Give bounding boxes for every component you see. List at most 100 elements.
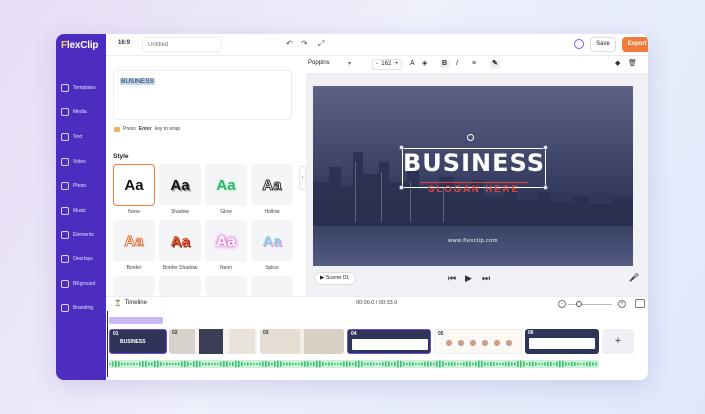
fullscreen-icon[interactable]: ⤢ bbox=[318, 40, 324, 48]
zoom-slider[interactable]: - + bbox=[558, 300, 634, 308]
sidebar-item-music[interactable]: Music bbox=[61, 204, 105, 218]
style-label: Border bbox=[126, 265, 142, 271]
app-window: FlexClip Templates Media Text Video Phot… bbox=[56, 34, 648, 380]
rotate-handle-icon[interactable] bbox=[467, 134, 474, 141]
sidebar-item-templates[interactable]: Templates bbox=[61, 81, 105, 95]
selected-text[interactable]: BUSINESS bbox=[120, 78, 155, 85]
style-hollow[interactable]: Aa bbox=[251, 164, 293, 206]
project-title-input[interactable] bbox=[142, 37, 222, 52]
sidebar-item-bkground[interactable]: BKground bbox=[61, 277, 105, 291]
font-selector[interactable]: Poppins bbox=[308, 60, 330, 66]
scene-clip[interactable]: 05 bbox=[434, 329, 522, 354]
waveform-bar bbox=[295, 363, 297, 365]
resize-handle[interactable] bbox=[543, 185, 548, 190]
waveform-bar bbox=[358, 360, 360, 368]
resize-handle[interactable] bbox=[399, 185, 404, 190]
waveform-bar bbox=[220, 362, 222, 366]
waveform-bar bbox=[142, 361, 144, 367]
slogan-text[interactable]: SLOGAN HERE bbox=[420, 182, 528, 195]
style-shadow[interactable]: Aa bbox=[159, 164, 201, 206]
style-more[interactable] bbox=[113, 276, 155, 296]
audio-track[interactable] bbox=[109, 360, 599, 368]
layers-icon[interactable]: ◆ bbox=[615, 60, 620, 68]
waveform-bar bbox=[484, 362, 486, 366]
undo-icon[interactable]: ↶ bbox=[286, 40, 293, 48]
sidebar-item-text[interactable]: Text bbox=[61, 130, 105, 144]
waveform-bar bbox=[325, 363, 327, 365]
waveform-bar bbox=[259, 362, 261, 366]
style-glow[interactable]: Aa bbox=[205, 164, 247, 206]
waveform-bar bbox=[562, 360, 564, 368]
waveform-bar bbox=[571, 361, 573, 367]
style-more[interactable] bbox=[205, 276, 247, 296]
waveform-bar bbox=[535, 362, 537, 366]
overlays-icon bbox=[61, 255, 69, 263]
save-button[interactable]: Save bbox=[590, 37, 616, 52]
waveform-bar bbox=[205, 362, 207, 366]
waveform-bar bbox=[496, 362, 498, 366]
zoom-in-icon[interactable]: + bbox=[618, 300, 626, 308]
text-input-area[interactable]: BUSINESS bbox=[113, 70, 292, 120]
edit-effect-icon[interactable]: ✎ bbox=[490, 60, 500, 68]
waveform-bar bbox=[478, 360, 480, 368]
add-scene-button[interactable]: + bbox=[602, 329, 634, 354]
style-more[interactable] bbox=[251, 276, 293, 296]
bold-icon[interactable]: B bbox=[440, 60, 450, 68]
chevron-down-icon[interactable]: ▾ bbox=[348, 60, 351, 67]
playhead[interactable] bbox=[107, 311, 108, 377]
font-size-stepper[interactable]: - 162 + bbox=[372, 59, 402, 70]
play-icon[interactable]: ▶ bbox=[465, 273, 472, 283]
scene-clip[interactable]: 03 bbox=[260, 329, 344, 354]
fit-timeline-icon[interactable] bbox=[635, 299, 645, 308]
waveform-bar bbox=[163, 363, 165, 365]
aspect-ratio-selector[interactable]: 16:9 bbox=[118, 40, 130, 46]
collapse-panel-button[interactable]: ‹ bbox=[299, 166, 306, 190]
waveform-bar bbox=[532, 361, 534, 367]
waveform-bar bbox=[592, 362, 594, 366]
style-splice[interactable]: Aa bbox=[251, 220, 293, 262]
previous-icon[interactable]: ⏮ bbox=[448, 273, 456, 283]
waveform-bar bbox=[433, 362, 435, 366]
timeline-icon: ⏳ bbox=[114, 301, 122, 307]
waveform-bar bbox=[451, 362, 453, 366]
sidebar-item-video[interactable]: Video bbox=[61, 155, 105, 169]
style-border-shadow[interactable]: Aa bbox=[159, 220, 201, 262]
redo-icon[interactable]: ↷ bbox=[301, 40, 308, 48]
scene-play-button[interactable]: ▶ Scene 01 bbox=[314, 272, 356, 285]
align-icon[interactable]: ≡ bbox=[472, 60, 476, 68]
text-color-icon[interactable]: A bbox=[410, 60, 415, 68]
sidebar-item-elements[interactable]: Elements bbox=[61, 228, 105, 242]
scene-clip[interactable]: 01 BUSINESS bbox=[109, 329, 167, 354]
text-track[interactable] bbox=[109, 317, 163, 324]
sidebar-item-photo[interactable]: Photo bbox=[61, 179, 105, 193]
sidebar-item-media[interactable]: Media bbox=[61, 105, 105, 119]
sidebar-item-branding[interactable]: Branding bbox=[61, 301, 105, 315]
waveform-bar bbox=[439, 360, 441, 368]
scene-clip[interactable]: 06 bbox=[525, 329, 599, 354]
waveform-bar bbox=[115, 360, 117, 368]
delete-icon[interactable]: 🗑 bbox=[628, 60, 637, 68]
text-panel: BUSINESS Press Enter key to wrap Style A… bbox=[106, 56, 299, 296]
website-text[interactable]: www.flexclip.com bbox=[313, 238, 633, 244]
waveform-bar bbox=[391, 362, 393, 366]
chat-icon[interactable] bbox=[574, 39, 584, 49]
waveform-bar bbox=[541, 363, 543, 365]
scene-clip[interactable]: 02 bbox=[169, 329, 257, 354]
waveform-bar bbox=[556, 361, 558, 367]
scene-clip[interactable]: 04 bbox=[347, 329, 431, 354]
microphone-icon[interactable]: 🎤 bbox=[629, 273, 639, 282]
highlight-icon[interactable]: ◈ bbox=[422, 60, 427, 68]
style-border[interactable]: Aa bbox=[113, 220, 155, 262]
style-none[interactable]: Aa bbox=[113, 164, 155, 206]
style-more[interactable] bbox=[159, 276, 201, 296]
italic-icon[interactable]: I bbox=[456, 60, 458, 68]
next-icon[interactable]: ⏭ bbox=[482, 273, 490, 283]
style-neon[interactable]: Aa bbox=[205, 220, 247, 262]
zoom-out-icon[interactable]: - bbox=[558, 300, 566, 308]
headline-text[interactable]: BUSINESS bbox=[403, 150, 545, 176]
sidebar-item-overlays[interactable]: Overlays bbox=[61, 252, 105, 266]
zoom-knob[interactable] bbox=[576, 301, 582, 307]
video-canvas[interactable]: BUSINESS SLOGAN HERE www.flexclip.com bbox=[313, 86, 633, 266]
export-button[interactable]: Export → bbox=[622, 37, 648, 52]
waveform-bar bbox=[352, 362, 354, 366]
